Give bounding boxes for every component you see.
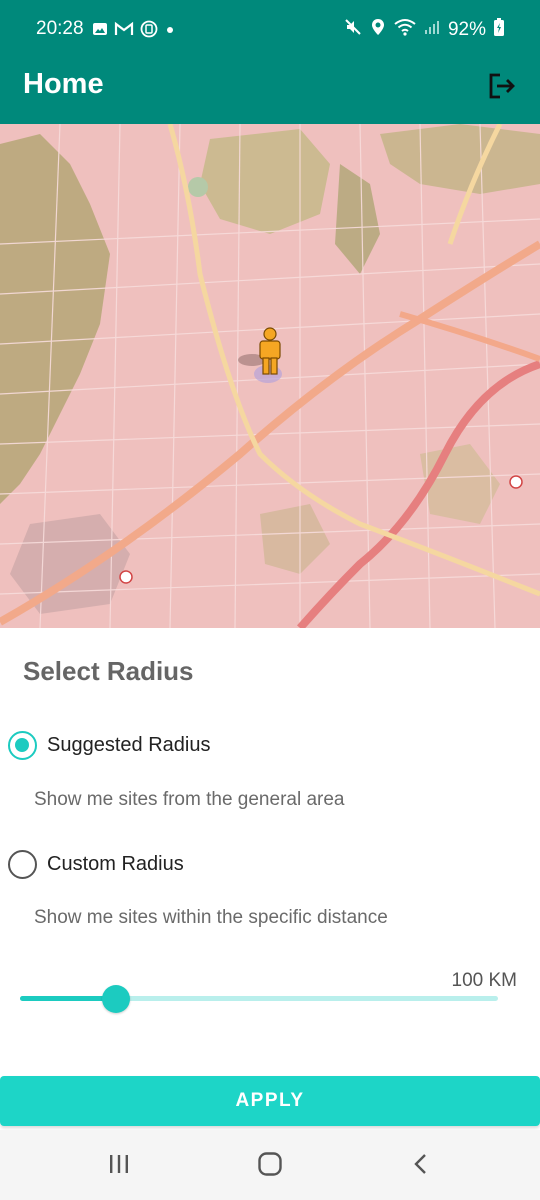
custom-radius-description: Show me sites within the specific distan… [34,907,388,928]
nfc-icon [140,20,158,43]
page-title: Home [23,68,104,100]
back-icon [409,1152,433,1181]
navigation-bar [0,1130,540,1200]
recents-button[interactable] [99,1146,139,1186]
map-tiles [0,124,540,628]
home-icon [257,1151,283,1182]
section-title: Select Radius [23,656,194,686]
apply-button[interactable]: APPLY [0,1076,540,1126]
radio-custom-radius[interactable]: Custom Radius [8,850,184,879]
radio-custom-label: Custom Radius [47,853,184,875]
status-right: 92% [344,18,504,42]
radio-custom-indicator[interactable] [8,850,37,879]
logout-button[interactable] [480,66,524,110]
battery-icon [494,18,504,42]
battery-label: 92% [447,19,486,40]
radio-suggested-radius[interactable]: Suggested Radius [8,731,210,760]
radio-suggested-indicator[interactable] [8,731,37,760]
mute-icon [344,18,362,42]
status-left-icons [92,20,176,43]
radius-panel: Select Radius Suggested Radius Show me s… [0,628,540,1076]
signal-icon [424,19,440,41]
location-icon [370,18,386,42]
suggested-radius-description: Show me sites from the general area [34,789,345,810]
home-nav-button[interactable] [250,1146,290,1186]
status-bar: 20:28 92% [0,0,540,60]
map-view[interactable] [0,124,540,628]
gmail-icon [114,21,134,42]
logout-icon [487,71,517,106]
back-button[interactable] [401,1146,441,1186]
status-time: 20:28 [36,18,84,39]
slider-thumb[interactable] [101,985,130,1013]
app-bar: Home [0,60,540,124]
wifi-icon [394,18,416,42]
radio-suggested-label: Suggested Radius [47,734,211,756]
radius-slider[interactable] [20,985,498,1013]
dot-icon [164,23,176,41]
image-icon [92,21,108,42]
recents-icon [107,1152,131,1181]
